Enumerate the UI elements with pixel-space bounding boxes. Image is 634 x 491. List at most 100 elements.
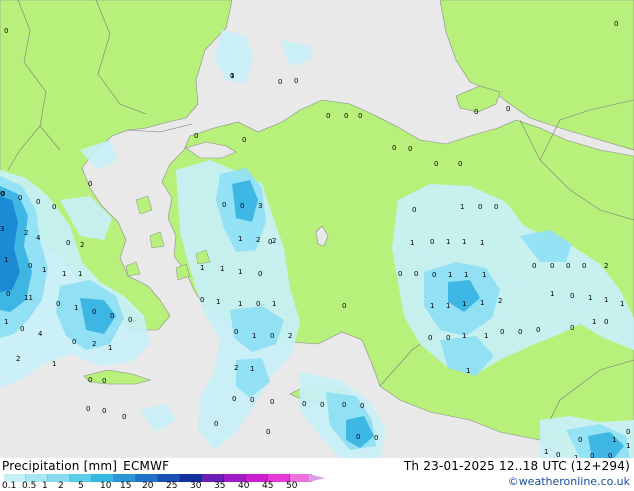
precip-value-label: 1: [410, 239, 414, 247]
precip-value-label: 0: [266, 428, 270, 436]
precip-value-label: 0: [102, 407, 106, 415]
precip-value-label: 0: [1, 190, 5, 198]
precip-value-label: 1: [446, 302, 450, 310]
precip-value-label: 0: [412, 206, 416, 214]
precip-value-label: 0: [566, 262, 570, 270]
precip-value-label: 0: [500, 328, 504, 336]
precip-value-label: 2: [604, 262, 608, 270]
precip-value-label: 0: [582, 262, 586, 270]
precip-value-label: 0: [88, 180, 92, 188]
precip-value-label: 0: [458, 160, 462, 168]
precip-value-label: 0: [52, 203, 56, 211]
valid-time-label: Th 23-01-2025 12..18 UTC (12+294): [403, 459, 630, 473]
precip-value-label: 0: [242, 136, 246, 144]
precip-value-label: 1: [550, 290, 554, 298]
colorbar-arrow-icon: [309, 474, 325, 482]
precip-value-label: 0: [270, 332, 274, 340]
precip-value-label: 0: [532, 262, 536, 270]
precip-value-label: 0: [430, 238, 434, 246]
precip-value-label: 0: [356, 433, 360, 441]
precip-value-label: 0: [344, 112, 348, 120]
precip-value-label: 0: [18, 194, 22, 202]
footer-legend: Precipitation [mm] ECMWF Th 23-01-2025 12…: [0, 458, 634, 491]
precip-value-label: 1: [544, 448, 548, 456]
precip-value-label: 0: [326, 112, 330, 120]
precip-value-label: 1: [448, 271, 452, 279]
precip-value-label: 2: [498, 297, 502, 305]
precip-value-label: 1: [4, 256, 8, 264]
precip-value-label: 0: [320, 401, 324, 409]
precip-value-label: 1: [42, 266, 46, 274]
precip-value-label: 0: [570, 324, 574, 332]
precip-value-label: 0: [432, 271, 436, 279]
precip-value-label: 0: [88, 376, 92, 384]
precip-value-label: 0: [122, 413, 126, 421]
precip-value-label: 0: [578, 436, 582, 444]
precip-value-label: 0: [414, 270, 418, 278]
precip-value-label: 0: [446, 334, 450, 342]
precip-value-label: 1: [462, 300, 466, 308]
precip-value-label: 0: [270, 398, 274, 406]
precip-value-label: 1: [612, 436, 616, 444]
precip-value-label: 0: [6, 290, 10, 298]
precip-value-label: 1: [220, 265, 224, 273]
precip-value-label: 4: [36, 234, 41, 242]
precip-value-label: 0: [434, 160, 438, 168]
precip-value-label: 0: [478, 203, 482, 211]
precip-value-label: 1: [588, 294, 592, 302]
precip-value-label: 2: [24, 229, 28, 237]
precip-value-label: 0: [258, 270, 262, 278]
precip-value-label: 0: [110, 312, 114, 320]
precip-value-label: 0: [556, 451, 560, 458]
precip-value-label: 0: [398, 270, 402, 278]
precip-value-label: 0: [230, 72, 234, 80]
precip-value-label: 0: [518, 328, 522, 336]
precip-value-label: 1: [238, 235, 242, 243]
precip-value-label: 1: [462, 332, 466, 340]
precip-value-label: 1: [626, 442, 630, 450]
precip-value-label: 1: [4, 318, 8, 326]
model-label: ECMWF: [123, 459, 170, 473]
precip-value-label: 2: [272, 237, 276, 245]
precip-value-label: 4: [38, 330, 43, 338]
precip-value-label: 1: [216, 298, 220, 306]
precip-value-label: 0: [408, 145, 412, 153]
weather-map-view: 0100000000000000000000032400301220210111…: [0, 0, 634, 491]
precip-value-label: 0: [626, 428, 630, 436]
precip-value-label: 0: [360, 402, 364, 410]
precip-value-label: 0: [474, 108, 478, 116]
precip-value-label: 1: [238, 268, 242, 276]
precip-value-label: 1: [430, 302, 434, 310]
precip-value-label: 0: [342, 401, 346, 409]
precip-value-label: 1: [108, 344, 112, 352]
precip-value-label: 11: [24, 294, 33, 302]
precip-value-label: 1: [272, 300, 276, 308]
precip-value-label: 1: [200, 264, 204, 272]
precip-value-label: 2: [92, 340, 96, 348]
precip-value-label: 1: [592, 318, 596, 326]
precip-value-label: 0: [222, 201, 226, 209]
precip-value-label: 1: [446, 238, 450, 246]
precip-value-label: 3: [258, 202, 262, 210]
precip-value-label: 0: [374, 434, 378, 442]
precip-value-label: 0: [358, 112, 362, 120]
precip-value-label: 0: [294, 77, 298, 85]
precip-value-label: 2: [80, 241, 84, 249]
precip-value-label: 1: [78, 270, 82, 278]
precip-value-label: 1: [464, 271, 468, 279]
precip-value-label: 2: [288, 332, 292, 340]
precip-value-label: 1: [52, 360, 56, 368]
map-title: Precipitation [mm] ECMWF: [2, 459, 169, 473]
precip-value-label: 2: [234, 364, 238, 372]
variable-label: Precipitation [mm]: [2, 459, 118, 473]
precip-value-label: 0: [278, 78, 282, 86]
precip-value-label: 1: [604, 296, 608, 304]
precip-value-label: 1: [74, 304, 78, 312]
precip-value-label: 1: [480, 299, 484, 307]
precip-value-label: 1: [62, 270, 66, 278]
precip-value-label: 1: [250, 365, 254, 373]
credit-link[interactable]: ©weatheronline.co.uk: [508, 475, 630, 488]
precip-value-label: 0: [102, 377, 106, 385]
precip-value-label: 1: [460, 203, 464, 211]
precip-value-label: 0: [28, 262, 32, 270]
